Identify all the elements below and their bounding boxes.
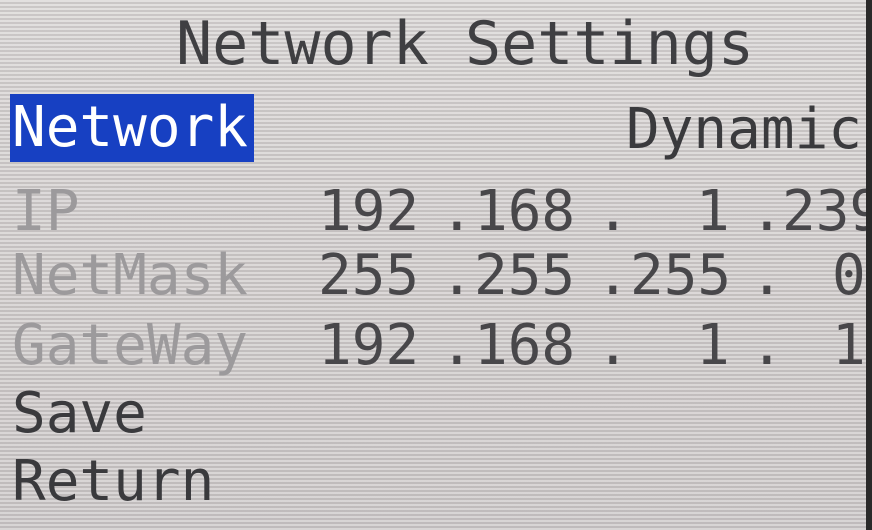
- netmask-row[interactable]: NetMask 255 . 255 . 255 . 0: [0, 242, 866, 312]
- gateway-separator-2: .: [596, 313, 630, 378]
- page-title: Network Settings: [176, 9, 754, 79]
- netmask-octet-3[interactable]: 255: [630, 242, 731, 310]
- lcd-screen: Network Settings Network Dynamic IP 192 …: [0, 0, 866, 530]
- netmask-separator-3: .: [750, 243, 784, 308]
- ip-row[interactable]: IP 192 . 168 . 1 . 239: [0, 178, 866, 248]
- gateway-octet-4[interactable]: 1: [832, 312, 866, 380]
- ip-separator-2: .: [596, 179, 630, 244]
- gateway-octet-1[interactable]: 192: [318, 312, 419, 380]
- gateway-label: GateWay: [12, 313, 249, 378]
- ip-octet-4[interactable]: 239: [782, 178, 866, 246]
- return-menu-item[interactable]: Return: [12, 448, 214, 516]
- ip-octet-2[interactable]: 168: [474, 178, 575, 246]
- netmask-octet-1[interactable]: 255: [318, 242, 419, 310]
- screen-bezel: [866, 0, 872, 530]
- netmask-octet-4[interactable]: 0: [832, 242, 866, 310]
- return-row[interactable]: Return: [0, 448, 866, 518]
- gateway-octet-2[interactable]: 168: [474, 312, 575, 380]
- network-mode-value[interactable]: Dynamic: [626, 96, 862, 164]
- gateway-separator-1: .: [440, 313, 474, 378]
- gateway-separator-3: .: [750, 313, 784, 378]
- network-label[interactable]: Network: [10, 94, 255, 162]
- netmask-separator-2: .: [596, 243, 630, 308]
- network-mode-row[interactable]: Network Dynamic: [0, 94, 866, 164]
- netmask-octet-2[interactable]: 255: [474, 242, 575, 310]
- ip-separator-3: .: [750, 179, 784, 244]
- netmask-label: NetMask: [12, 243, 249, 308]
- gateway-octet-3[interactable]: 1: [696, 312, 730, 380]
- ip-separator-1: .: [440, 179, 474, 244]
- netmask-separator-1: .: [440, 243, 474, 308]
- gateway-row[interactable]: GateWay 192 . 168 . 1 . 1: [0, 312, 866, 382]
- ip-label: IP: [12, 179, 80, 244]
- save-menu-item[interactable]: Save: [12, 380, 147, 448]
- ip-octet-1[interactable]: 192: [318, 178, 419, 246]
- ip-octet-3[interactable]: 1: [696, 178, 730, 246]
- save-row[interactable]: Save: [0, 380, 866, 450]
